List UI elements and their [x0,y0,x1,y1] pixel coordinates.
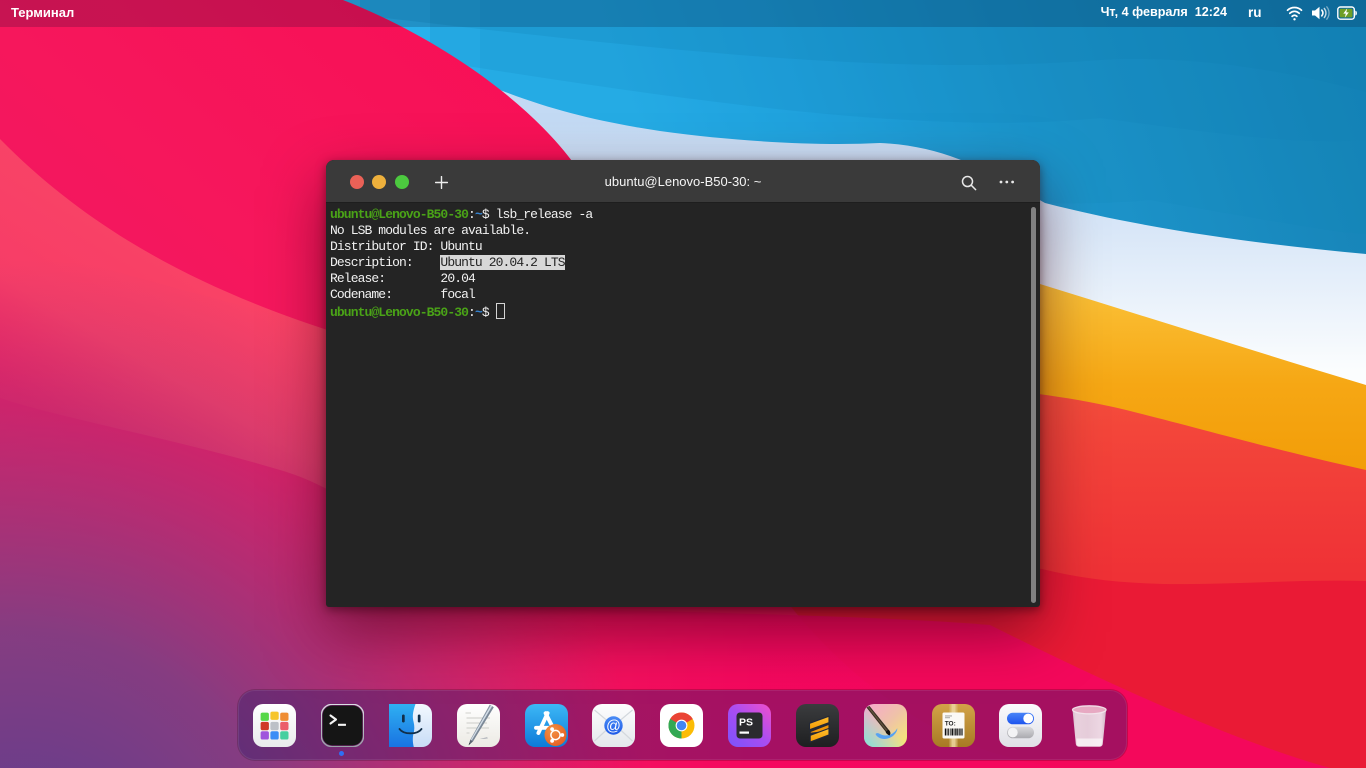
svg-text:PS: PS [739,717,753,729]
svg-text:@: @ [606,719,621,735]
svg-text:TO:: TO: [944,721,955,728]
